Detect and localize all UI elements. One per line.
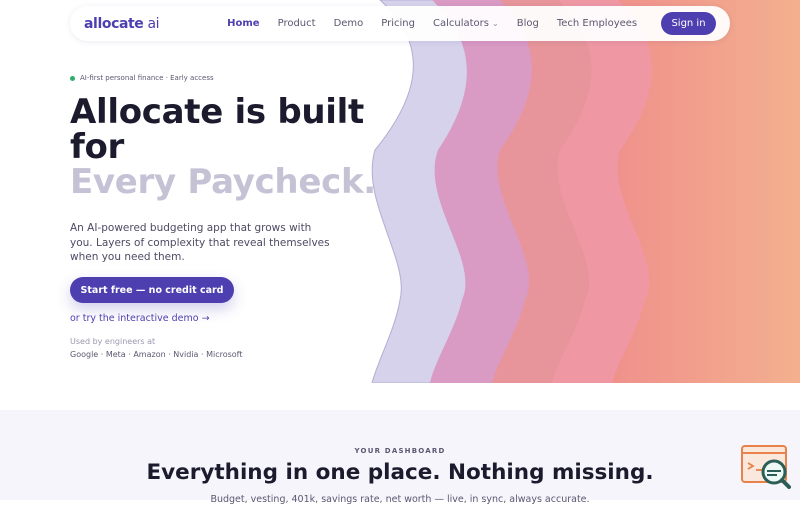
nav-link-tech-employees[interactable]: Tech Employees	[557, 18, 637, 29]
hero-section: allocate ai Home Product Demo Pricing Ca…	[0, 0, 800, 383]
section-label: YOUR DASHBOARD	[354, 447, 446, 455]
nav-link-product[interactable]: Product	[278, 18, 316, 29]
nav-link-demo[interactable]: Demo	[334, 18, 364, 29]
hero-title: Allocate is built for	[70, 92, 364, 167]
hero-description: An AI-powered budgeting app that grows w…	[70, 222, 330, 263]
dashboard-section: YOUR DASHBOARD Everything in one place. …	[0, 410, 800, 505]
eyebrow-text: AI-first personal finance · Early access	[80, 74, 214, 82]
top-navbar: allocate ai Home Product Demo Pricing Ca…	[70, 6, 730, 41]
chevron-down-icon: ⌄	[492, 19, 499, 28]
section-title: Everything in one place. Nothing missing…	[146, 460, 654, 485]
used-by-label: Used by engineers at	[70, 337, 156, 346]
status-dot-icon	[70, 75, 75, 81]
sign-in-button[interactable]: Sign in	[661, 12, 716, 35]
eyebrow-tag: AI-first personal finance · Early access	[70, 74, 214, 82]
logo-suffix: ai	[143, 15, 160, 32]
search-analytics-icon[interactable]	[741, 443, 791, 489]
start-free-button[interactable]: Start free — no credit card	[70, 277, 234, 303]
nav-link-calculators[interactable]: Calculators ⌄	[433, 18, 499, 29]
nav-link-blog[interactable]: Blog	[517, 18, 539, 29]
nav-link-pricing[interactable]: Pricing	[381, 18, 415, 29]
company-list: Google · Meta · Amazon · Nvidia · Micros…	[70, 350, 243, 359]
hero-title-faded: Every Paycheck.	[70, 162, 376, 202]
logo-text: allocate	[84, 15, 144, 32]
nav-link-calculators-label: Calculators	[433, 18, 489, 29]
interactive-demo-link[interactable]: or try the interactive demo →	[70, 313, 210, 324]
nav-link-home[interactable]: Home	[227, 18, 259, 29]
logo[interactable]: allocate ai	[84, 15, 160, 32]
nav-links: Home Product Demo Pricing Calculators ⌄ B…	[227, 18, 655, 29]
